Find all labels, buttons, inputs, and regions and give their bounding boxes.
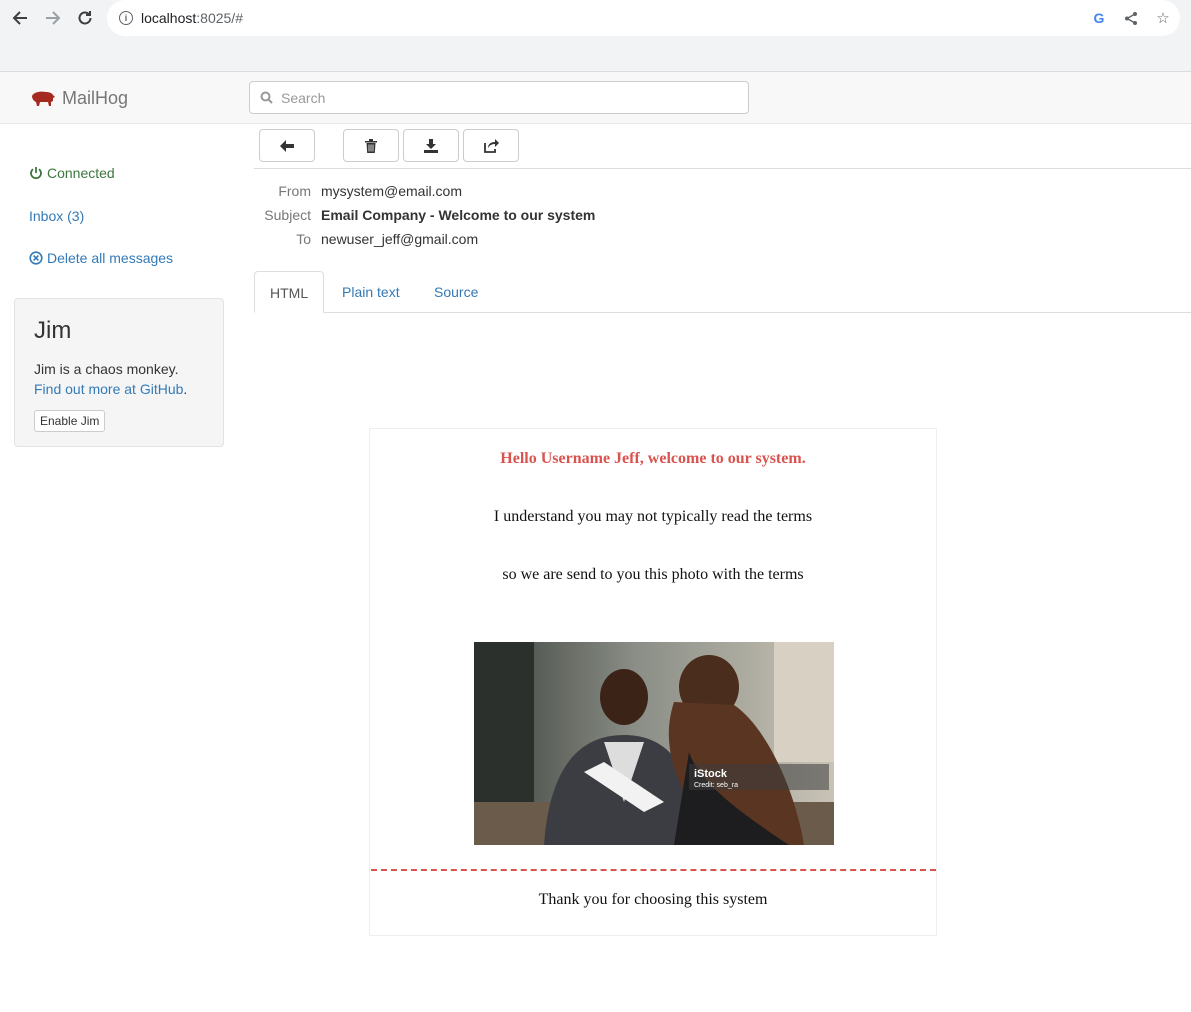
trash-icon xyxy=(365,138,377,153)
subject-label: Subject xyxy=(264,207,311,223)
brand-name: MailHog xyxy=(62,87,129,108)
reload-icon[interactable] xyxy=(73,6,97,30)
release-icon xyxy=(483,138,499,153)
photo-watermark: iStock xyxy=(694,768,728,780)
enable-jim-button[interactable]: Enable Jim xyxy=(34,410,106,432)
tab-plain-text[interactable]: Plain text xyxy=(327,271,415,313)
info-icon[interactable]: i xyxy=(119,11,133,25)
url-host: localhost xyxy=(141,10,197,26)
to-label: To xyxy=(296,231,311,247)
connected-label: Connected xyxy=(47,165,115,181)
jim-panel: Jim Jim is a chaos monkey. Find out more… xyxy=(14,298,224,447)
email-line-1: I understand you may not typically read … xyxy=(493,508,813,525)
github-link[interactable]: Find out more at GitHub xyxy=(34,381,183,397)
from-label: From xyxy=(278,183,311,199)
address-bar[interactable]: i localhost:8025/# G ☆ xyxy=(107,0,1180,36)
release-button[interactable] xyxy=(463,129,519,162)
dashed-divider xyxy=(371,869,936,871)
back-arrow-icon xyxy=(280,139,294,152)
search-icon xyxy=(260,91,273,104)
toolbar-divider xyxy=(254,168,1191,169)
to-value: newuser_jeff@gmail.com xyxy=(321,231,479,247)
forward-icon[interactable] xyxy=(41,6,65,30)
brand[interactable]: MailHog xyxy=(30,72,128,124)
email-thanks: Thank you for choosing this system xyxy=(538,891,768,908)
sidebar-item-inbox[interactable]: Inbox (3) xyxy=(29,208,84,224)
inbox-label: Inbox (3) xyxy=(29,208,85,224)
download-button[interactable] xyxy=(403,129,459,162)
back-button[interactable] xyxy=(259,129,315,162)
back-icon[interactable] xyxy=(8,6,32,30)
tab-source[interactable]: Source xyxy=(419,271,493,313)
search-box[interactable] xyxy=(249,81,749,114)
jim-title: Jim xyxy=(34,317,72,344)
subject-value: Email Company - Welcome to our system xyxy=(321,207,596,223)
terms-photo: iStock Credit: seb_ra xyxy=(474,642,834,845)
email-body: Hello Username Jeff, welcome to our syst… xyxy=(369,428,937,936)
download-icon xyxy=(424,138,438,153)
delete-all-label: Delete all messages xyxy=(47,250,174,266)
power-icon xyxy=(30,167,42,180)
terms-photo-image: iStock Credit: seb_ra xyxy=(474,642,834,845)
connection-status: Connected xyxy=(29,165,115,181)
google-icon[interactable]: G xyxy=(1090,8,1108,28)
from-value: mysystem@email.com xyxy=(321,183,463,199)
search-input[interactable] xyxy=(279,88,719,107)
browser-chrome: i localhost:8025/# G ☆ xyxy=(0,0,1191,72)
mailhog-logo-icon xyxy=(32,91,55,106)
jim-description: Jim is a chaos monkey. Find out more at … xyxy=(34,361,188,397)
tab-html[interactable]: HTML xyxy=(254,271,325,313)
url-path: :8025/# xyxy=(196,10,243,26)
photo-credit: Credit: seb_ra xyxy=(694,782,738,789)
app-navbar: MailHog xyxy=(0,72,1191,124)
delete-button[interactable] xyxy=(343,129,399,162)
email-greeting: Hello Username Jeff, welcome to our syst… xyxy=(500,450,806,467)
share-icon[interactable] xyxy=(1122,8,1140,28)
remove-circle-icon xyxy=(29,251,43,265)
delete-all-messages-link[interactable]: Delete all messages xyxy=(29,250,173,266)
star-icon[interactable]: ☆ xyxy=(1154,8,1172,28)
email-line-2: so we are send to you this photo with th… xyxy=(502,566,804,583)
